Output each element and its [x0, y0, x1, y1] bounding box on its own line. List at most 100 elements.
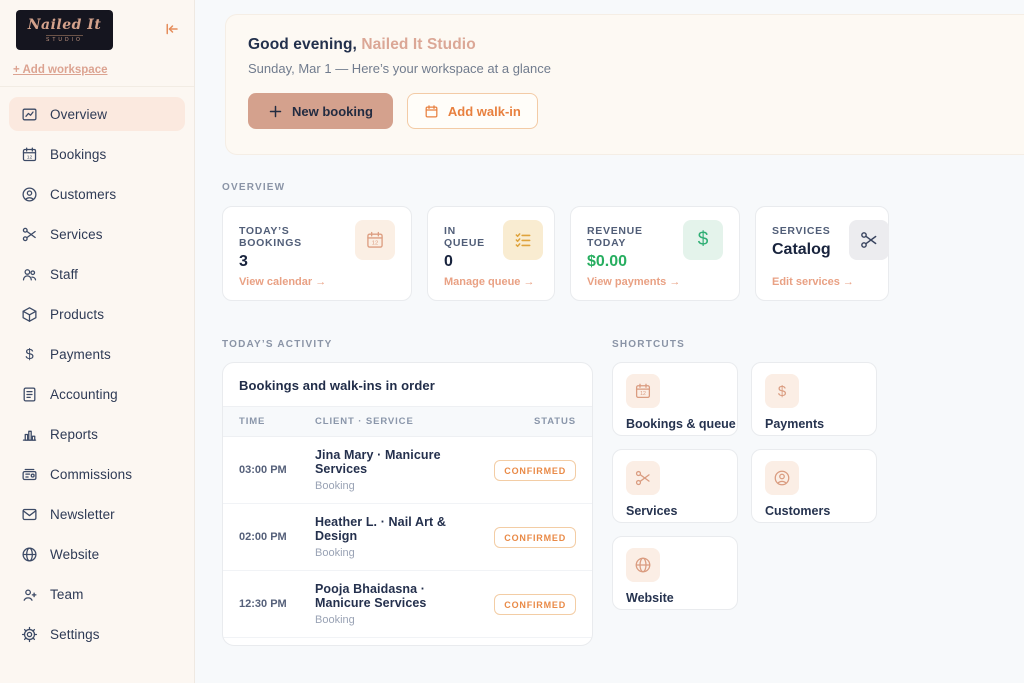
booking-time: 02:00 PM	[239, 531, 299, 543]
sidebar-item-staff[interactable]: Staff	[9, 257, 185, 291]
stat-label: Today’s bookings	[239, 225, 337, 249]
sidebar-item-commissions[interactable]: Commissions	[9, 457, 185, 491]
column-status: Status	[534, 416, 576, 427]
sidebar-item-payments[interactable]: $ Payments	[9, 337, 185, 371]
stat-value: $0.00	[587, 253, 665, 271]
booking-client-service: Pooja Bhaidasna · Manicure Services	[315, 582, 478, 610]
new-booking-button[interactable]: New booking	[248, 93, 393, 129]
gear-icon	[21, 626, 38, 643]
stat-card-todays-bookings: Today’s bookings 3 12 View calendar →	[222, 206, 412, 301]
table-row[interactable]: 12:30 PM Pooja Bhaidasna · Manicure Serv…	[223, 571, 592, 638]
status-badge: CONFIRMED	[494, 594, 576, 615]
new-booking-label: New booking	[292, 104, 373, 119]
sidebar-item-label: Products	[50, 307, 104, 322]
stat-card-in-queue: In queue 0 Manage queue →	[427, 206, 555, 301]
stat-value: 0	[444, 253, 485, 271]
shortcut-customers[interactable]: Customers	[751, 449, 877, 523]
chart-icon	[21, 106, 38, 123]
sidebar-item-settings[interactable]: Settings	[9, 617, 185, 651]
overview-cards: Today’s bookings 3 12 View calendar → In…	[222, 206, 1024, 301]
view-payments-link[interactable]: View payments →	[587, 276, 723, 288]
booking-time: 12:30 PM	[239, 598, 299, 610]
sidebar: Nailed It STUDIO + Add workspace Overvie…	[0, 0, 195, 683]
sidebar-item-customers[interactable]: Customers	[9, 177, 185, 211]
add-walkin-button[interactable]: Add walk-in	[407, 93, 538, 129]
sidebar-item-label: Customers	[50, 187, 116, 202]
shortcut-payments[interactable]: $ Payments	[751, 362, 877, 436]
scissors-icon	[626, 461, 660, 495]
bar-chart-icon	[21, 426, 38, 443]
svg-text:12: 12	[372, 241, 378, 247]
globe-icon	[626, 548, 660, 582]
sidebar-item-overview[interactable]: Overview	[9, 97, 185, 131]
stat-label: Services	[772, 225, 831, 237]
booking-type: Booking	[315, 547, 478, 559]
sidebar-item-label: Accounting	[50, 387, 118, 402]
sidebar-item-label: Staff	[50, 267, 78, 282]
workspace-logo: Nailed It STUDIO	[16, 10, 113, 50]
sidebar-item-team[interactable]: Team	[9, 577, 185, 611]
calendar-icon: 12	[21, 146, 38, 163]
sidebar-item-label: Payments	[50, 347, 111, 362]
shortcut-website[interactable]: Website	[612, 536, 738, 610]
sidebar-item-accounting[interactable]: Accounting	[9, 377, 185, 411]
logo-title: Nailed It	[28, 18, 102, 32]
dollar-icon: $	[683, 220, 723, 260]
sidebar-item-label: Overview	[50, 107, 107, 122]
sidebar-item-newsletter[interactable]: Newsletter	[9, 497, 185, 531]
svg-text:12: 12	[27, 154, 33, 160]
package-icon	[21, 306, 38, 323]
mail-icon	[21, 506, 38, 523]
shortcut-services[interactable]: Services	[612, 449, 738, 523]
scissors-icon	[21, 226, 38, 243]
plus-icon	[268, 104, 283, 119]
table-row[interactable]: 03:00 PM Jina Mary · Manicure Services B…	[223, 437, 592, 504]
checklist-icon	[503, 220, 543, 260]
booking-type: Booking	[315, 480, 478, 492]
add-workspace-link[interactable]: + Add workspace	[13, 64, 107, 76]
shortcut-label: Services	[626, 504, 724, 518]
activity-panel-title: Bookings and walk-ins in order	[223, 363, 592, 407]
manage-queue-link[interactable]: Manage queue →	[444, 276, 538, 288]
welcome-banner: Good evening, Nailed It Studio Sunday, M…	[225, 14, 1024, 155]
sidebar-item-website[interactable]: Website	[9, 537, 185, 571]
sidebar-item-reports[interactable]: Reports	[9, 417, 185, 451]
stat-value: 3	[239, 253, 337, 271]
banknote-icon	[21, 466, 38, 483]
column-time: Time	[239, 416, 299, 427]
shortcut-label: Payments	[765, 417, 863, 431]
overview-section-label: Overview	[222, 182, 1024, 193]
collapse-sidebar-icon[interactable]	[162, 20, 180, 38]
banner-subtitle: Sunday, Mar 1 — Here’s your workspace at…	[248, 61, 1000, 76]
sidebar-item-services[interactable]: Services	[9, 217, 185, 251]
sidebar-divider	[0, 86, 194, 87]
stat-value: Catalog	[772, 241, 831, 259]
greeting-text: Good evening,	[248, 36, 357, 53]
edit-services-link[interactable]: Edit services →	[772, 276, 872, 288]
greeting-title: Good evening, Nailed It Studio	[248, 36, 1000, 54]
stat-card-services: Services Catalog Edit services →	[755, 206, 889, 301]
view-calendar-link[interactable]: View calendar →	[239, 276, 395, 288]
calendar-icon: 12	[355, 220, 395, 260]
sidebar-item-label: Bookings	[50, 147, 106, 162]
sidebar-item-label: Team	[50, 587, 83, 602]
sidebar-item-products[interactable]: Products	[9, 297, 185, 331]
activity-table-header: Time Client · Service Status	[223, 407, 592, 437]
user-plus-icon	[21, 586, 38, 603]
activity-section-label: Today’s activity	[222, 339, 593, 350]
table-row[interactable]: 02:00 PM Heather L. · Nail Art & Design …	[223, 504, 592, 571]
logo-subtitle: STUDIO	[46, 35, 83, 43]
sidebar-item-label: Services	[50, 227, 103, 242]
sidebar-item-bookings[interactable]: 12 Bookings	[9, 137, 185, 171]
user-circle-icon	[21, 186, 38, 203]
calendar-icon	[424, 104, 439, 119]
add-walkin-label: Add walk-in	[448, 104, 521, 119]
column-client-service: Client · Service	[315, 416, 518, 427]
banner-actions: New booking Add walk-in	[248, 93, 1000, 129]
status-badge: CONFIRMED	[494, 460, 576, 481]
shortcut-bookings-queue[interactable]: 12 Bookings & queue	[612, 362, 738, 436]
shortcut-label: Customers	[765, 504, 863, 518]
sidebar-item-label: Newsletter	[50, 507, 115, 522]
stat-label: In queue	[444, 225, 485, 249]
status-badge: CONFIRMED	[494, 527, 576, 548]
